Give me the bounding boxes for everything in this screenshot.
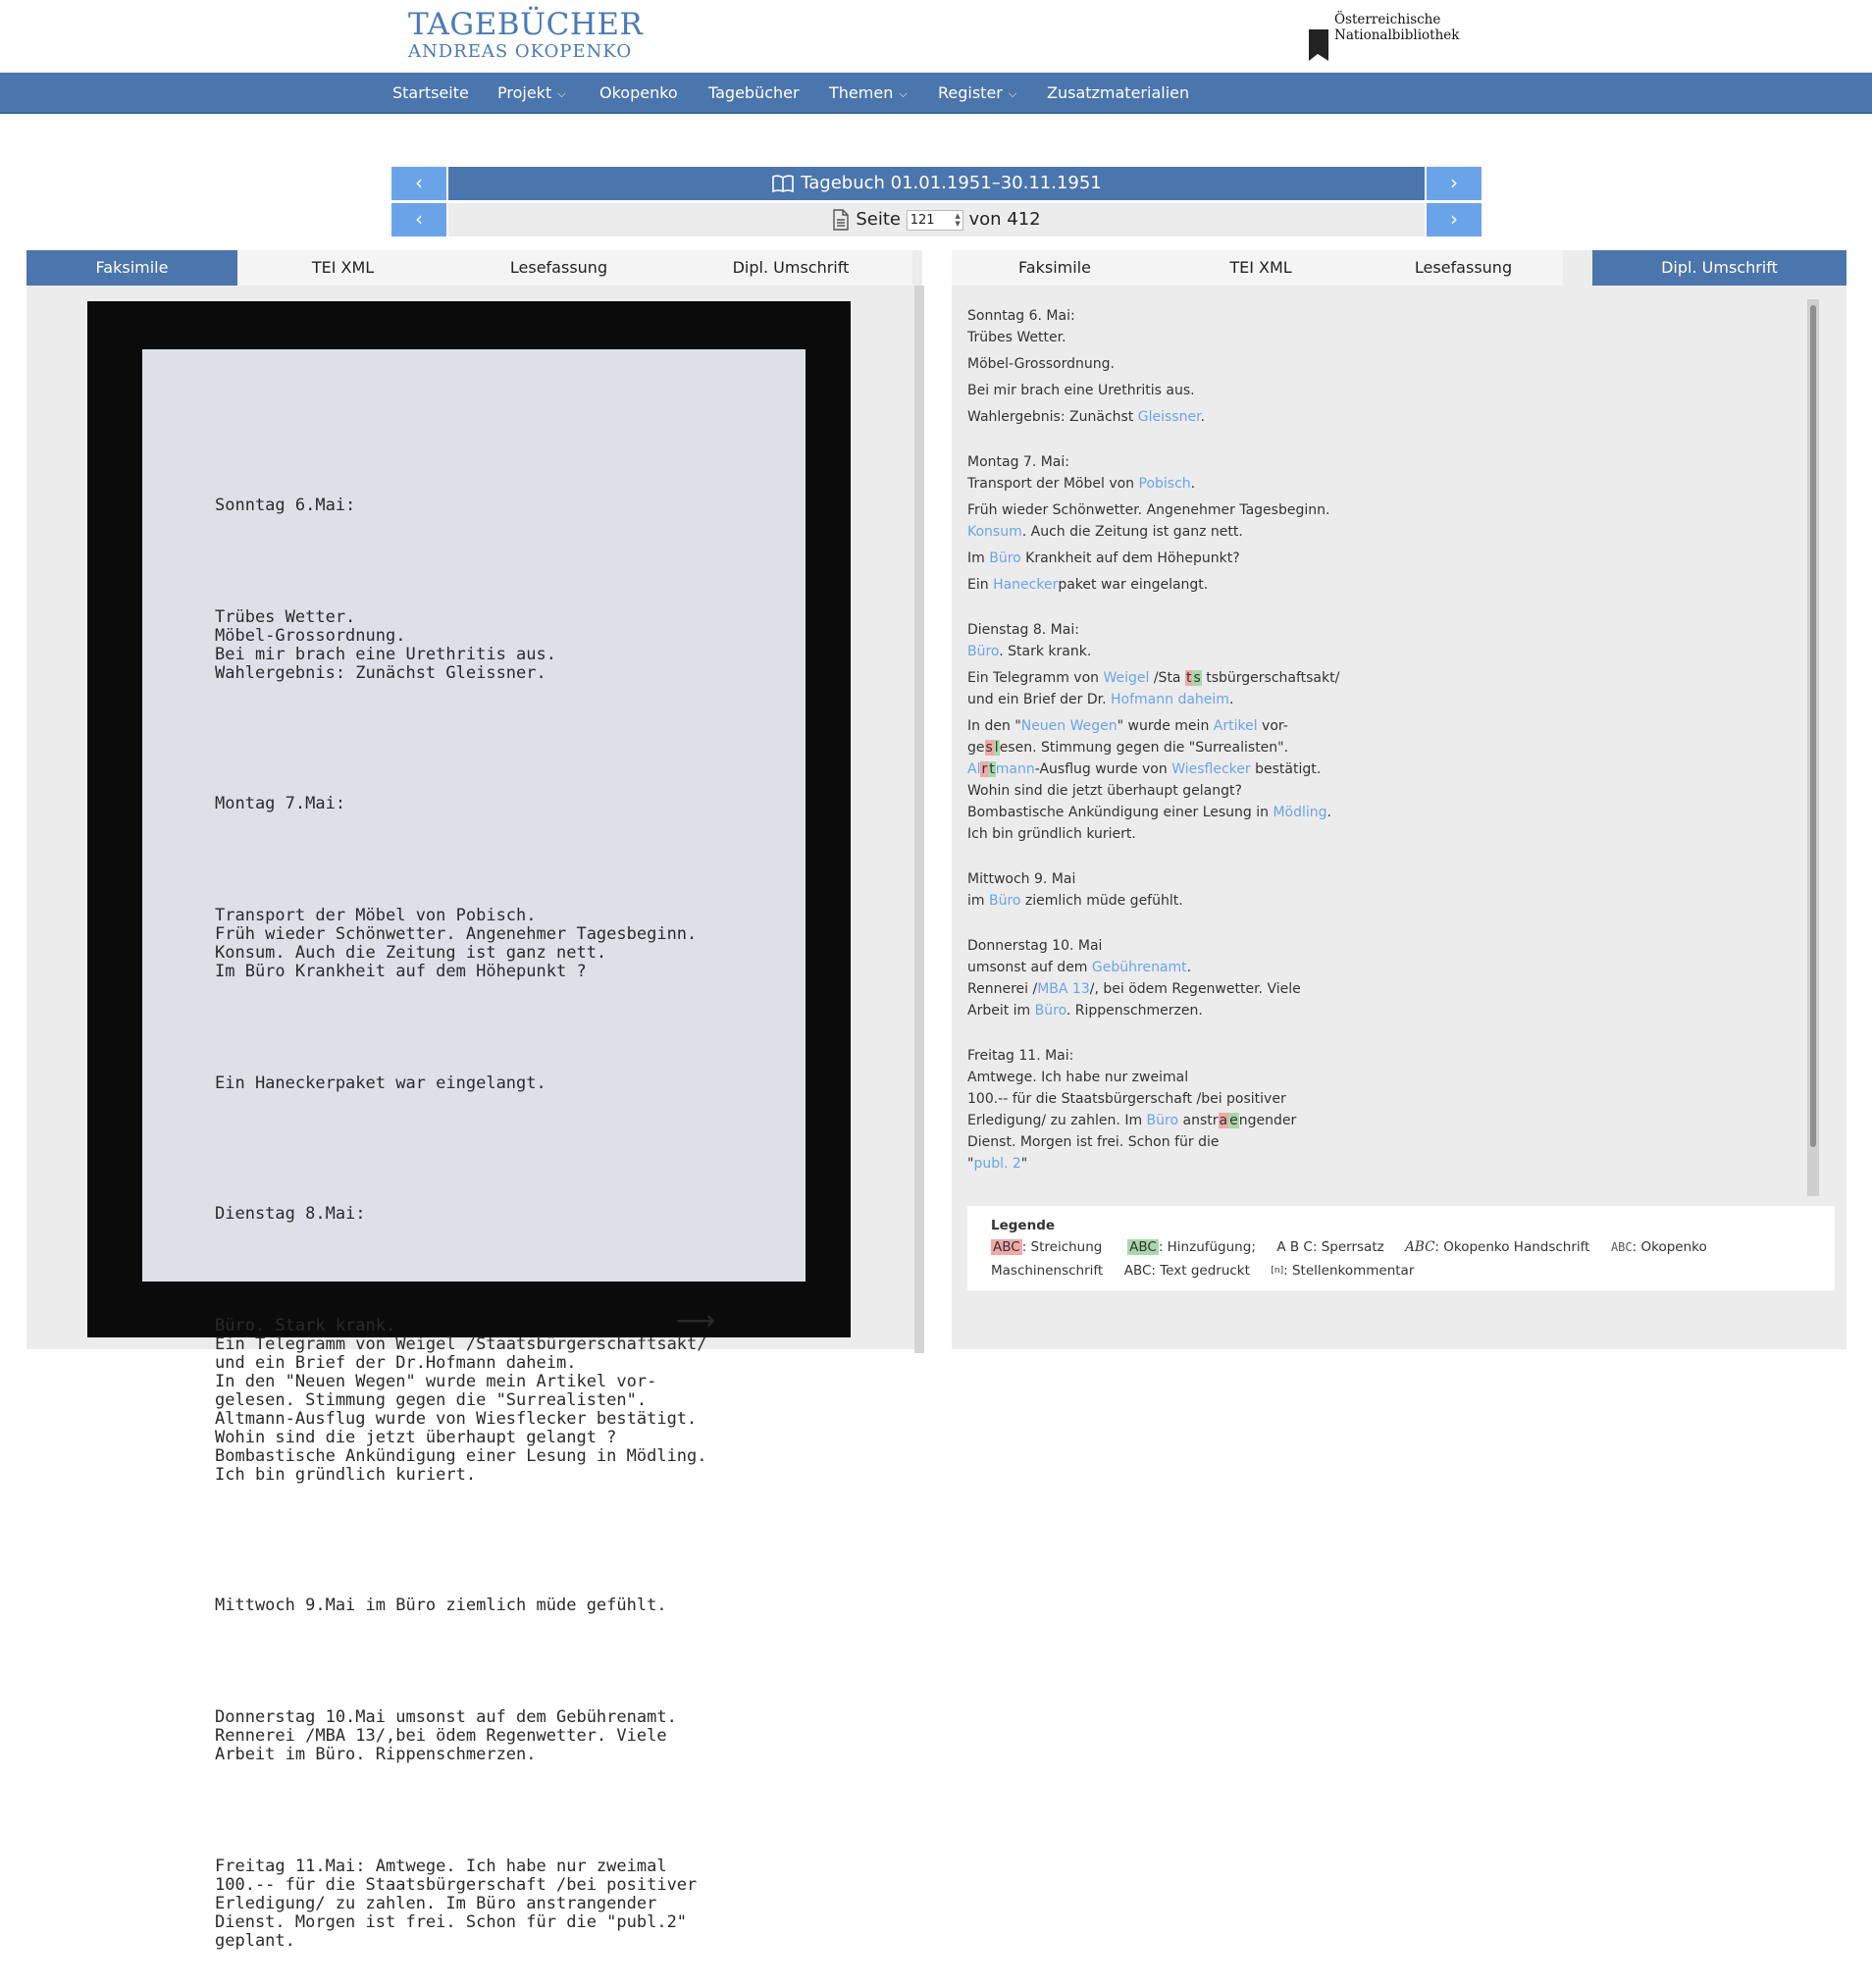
- nav-item-register[interactable]: Register ⌵: [938, 73, 1016, 114]
- right-panel: Faksimile TEI XML Lesefassung Dipl. Umsc…: [952, 250, 1846, 1349]
- tab-dipl-umschrift[interactable]: Dipl. Umschrift: [1592, 250, 1846, 286]
- chevron-down-icon: ⌵: [1008, 86, 1017, 100]
- nav-item-tagebuecher[interactable]: Tagebücher: [708, 73, 800, 114]
- nav-item-projekt[interactable]: Projekt ⌵: [497, 73, 566, 114]
- site-logo[interactable]: TAGEBÜCHER ANDREAS OKOPENKO: [408, 10, 643, 61]
- tab-tei-xml[interactable]: TEI XML: [237, 250, 448, 286]
- facsimile-image[interactable]: Sonntag 6.Mai: Trübes Wetter. Möbel-Gros…: [87, 301, 851, 1951]
- diary-title-bar: Tagebuch 01.01.1951–30.11.1951: [448, 167, 1425, 200]
- typewritten-text: Sonntag 6.Mai: Trübes Wetter. Möbel-Gros…: [215, 496, 707, 1951]
- entity-link[interactable]: MBA 13: [1037, 981, 1090, 997]
- arrow-right-icon: ⟶: [676, 1304, 716, 1336]
- entity-link[interactable]: Mödling: [1273, 805, 1326, 820]
- onb-flag-icon: [1309, 29, 1328, 61]
- partner-name-line1: Österreichische: [1334, 12, 1441, 27]
- transcript-area: Sonntag 6. Mai: Trübes Wetter. Möbel-Gro…: [952, 286, 1846, 1349]
- prev-diary-button[interactable]: ‹: [391, 167, 446, 200]
- page-label: Seite: [856, 209, 901, 230]
- entity-link[interactable]: Büro: [967, 644, 999, 659]
- entity-link[interactable]: Pobisch: [1139, 476, 1191, 492]
- diary-page-sheet: Sonntag 6.Mai: Trübes Wetter. Möbel-Gros…: [142, 349, 806, 1951]
- nav-item-zusatzmaterialien[interactable]: Zusatzmaterialien: [1047, 73, 1189, 114]
- entity-link[interactable]: mann: [996, 761, 1035, 777]
- diplomatic-transcript: Sonntag 6. Mai: Trübes Wetter. Möbel-Gro…: [967, 308, 1340, 1172]
- entity-link[interactable]: Weigel: [1103, 670, 1149, 686]
- deletion-mark: s: [984, 740, 994, 756]
- legend-spaced-sample: A B C: [1276, 1239, 1313, 1255]
- entity-link[interactable]: Hofmann daheim: [1111, 692, 1229, 707]
- entity-link[interactable]: Artikel: [1214, 718, 1258, 734]
- site-header: TAGEBÜCHER ANDREAS OKOPENKO Österreichis…: [0, 0, 1872, 73]
- tab-lesefassung[interactable]: Lesefassung: [448, 250, 669, 286]
- tab-faksimile[interactable]: Faksimile: [26, 250, 237, 286]
- logo-subtitle: ANDREAS OKOPENKO: [408, 41, 633, 62]
- left-panel: Faksimile TEI XML Lesefassung Dipl. Umsc…: [26, 250, 924, 1951]
- prev-page-button[interactable]: ‹: [391, 203, 446, 236]
- partner-name-line2: Nationalbibliothek: [1334, 27, 1460, 43]
- legend-box: Legende ABC: Streichung ABC: Hinzufügung…: [967, 1206, 1835, 1290]
- entity-link[interactable]: Hanecker: [993, 577, 1058, 593]
- logo-title: TAGEBÜCHER: [408, 7, 644, 42]
- tab-faksimile[interactable]: Faksimile: [952, 250, 1158, 286]
- right-tabs: Faksimile TEI XML Lesefassung Dipl. Umsc…: [952, 250, 1846, 286]
- entity-link[interactable]: Gebührenamt: [1092, 960, 1187, 975]
- next-diary-button[interactable]: ›: [1427, 167, 1482, 200]
- entity-link[interactable]: Büro: [1147, 1113, 1179, 1128]
- legend-type-sample: ABC: [1610, 1240, 1633, 1254]
- entity-link[interactable]: Büro: [989, 893, 1021, 909]
- transcript-scrollbar-thumb[interactable]: [1810, 305, 1816, 1147]
- legend-hand-sample: ABC: [1405, 1239, 1435, 1255]
- left-scrollbar[interactable]: [914, 286, 924, 1353]
- addition-mark: s: [1192, 670, 1202, 686]
- spinner-icon[interactable]: ▲ ▼: [955, 212, 960, 228]
- legend-title: Legende: [991, 1218, 1056, 1233]
- entity-link[interactable]: Gleissner: [1138, 409, 1201, 425]
- nav-item-okopenko[interactable]: Okopenko: [599, 73, 678, 114]
- next-page-button[interactable]: ›: [1427, 203, 1482, 236]
- diary-title: Tagebuch 01.01.1951–30.11.1951: [801, 173, 1102, 193]
- tab-dipl-umschrift[interactable]: Dipl. Umschrift: [669, 250, 912, 286]
- legend-print-sample: ABC: [1123, 1263, 1152, 1279]
- tab-tei-xml[interactable]: TEI XML: [1158, 250, 1364, 286]
- entity-link[interactable]: Al: [967, 761, 980, 777]
- entity-link[interactable]: publ. 2: [973, 1156, 1020, 1172]
- entity-link[interactable]: Neuen Wegen: [1021, 718, 1118, 734]
- legend-add-sample: ABC: [1127, 1239, 1159, 1255]
- main-nav: Startseite Projekt ⌵ Okopenko Tagebücher …: [0, 73, 1872, 114]
- nav-item-themen[interactable]: Themen ⌵: [829, 73, 908, 114]
- addition-mark: e: [1228, 1113, 1239, 1128]
- page-number-input[interactable]: 121 ▲ ▼: [906, 209, 963, 231]
- entity-link[interactable]: Wiesflecker: [1171, 761, 1250, 777]
- chevron-down-icon: ⌵: [899, 86, 908, 100]
- left-tabs: Faksimile TEI XML Lesefassung Dipl. Umsc…: [26, 250, 922, 286]
- entity-link[interactable]: Büro: [1035, 1003, 1066, 1019]
- legend-comment-sample: [n]: [1271, 1266, 1284, 1276]
- deletion-mark: a: [1218, 1113, 1229, 1128]
- entity-link[interactable]: Konsum: [967, 524, 1022, 540]
- page-bar: Seite 121 ▲ ▼ von 412: [448, 203, 1425, 236]
- entity-link[interactable]: Büro: [989, 550, 1021, 566]
- legend-strike-sample: ABC: [991, 1239, 1022, 1255]
- book-icon: [772, 175, 795, 193]
- document-icon: [833, 209, 850, 231]
- chevron-down-icon: ⌵: [557, 86, 566, 100]
- nav-item-startseite[interactable]: Startseite: [392, 73, 469, 114]
- page-total: von 412: [968, 209, 1041, 230]
- addition-mark: t: [988, 761, 996, 777]
- tab-lesefassung[interactable]: Lesefassung: [1364, 250, 1563, 286]
